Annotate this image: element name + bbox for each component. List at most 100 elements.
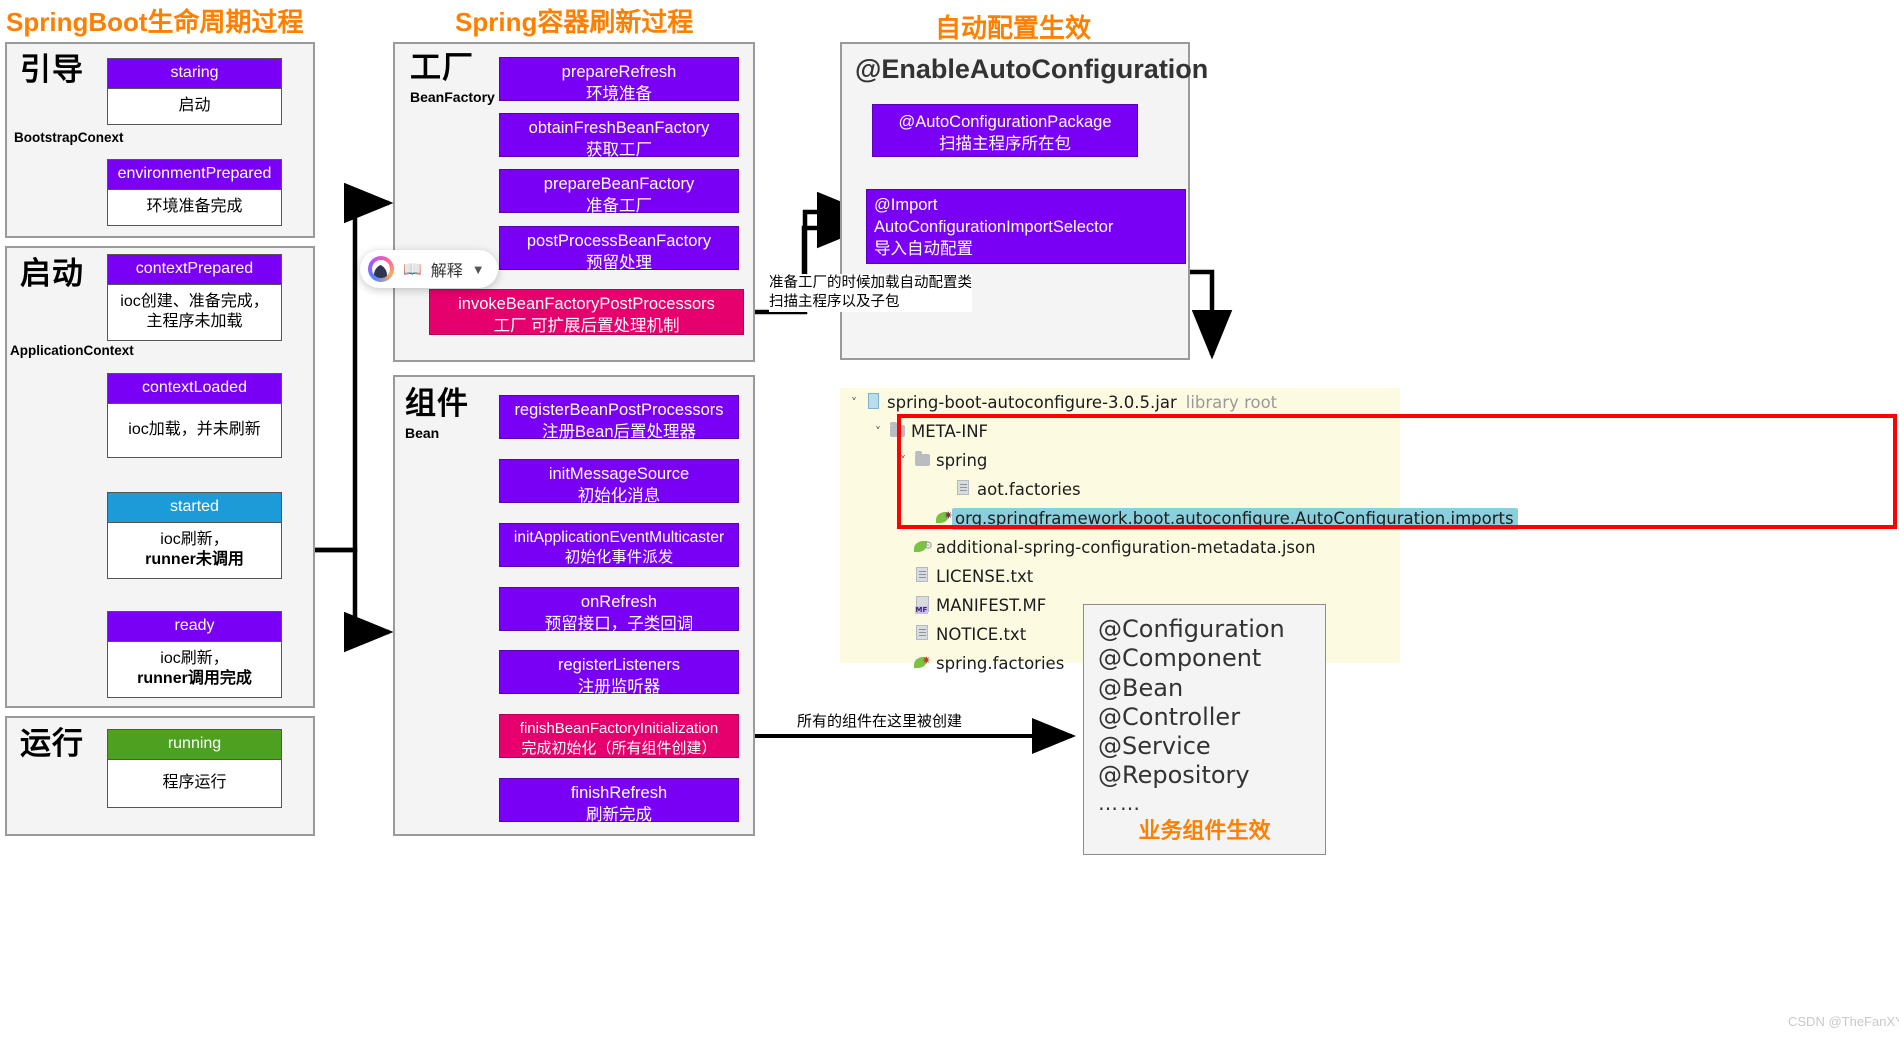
tree-item-label: additional-spring-configuration-metadata… — [936, 538, 1316, 557]
chevron-down-icon[interactable]: ▼ — [472, 262, 485, 277]
assistant-orb-icon — [368, 256, 394, 282]
card-started-body: ioc刷新， runner未调用 — [107, 521, 282, 579]
panel-bean-factory-label: 工厂 BeanFactory — [410, 52, 495, 104]
step-prepare-bean-factory-cn: 准备工厂 — [586, 196, 652, 215]
step-register-bean-post-processors-en: registerBeanPostProcessors — [514, 401, 724, 419]
panel-running-label: 运行 — [20, 728, 84, 759]
step-auto-configuration-import-selector: @Import AutoConfigurationImportSelector … — [866, 189, 1186, 264]
tree-item-label: NOTICE.txt — [936, 625, 1027, 644]
step-finish-refresh-en: finishRefresh — [570, 784, 668, 802]
manifest-icon — [911, 595, 933, 616]
tree-row-selected[interactable]: org.springframework.boot.autoconfigure.A… — [840, 504, 1518, 533]
tree-row[interactable]: additional-spring-configuration-metadata… — [840, 533, 1400, 562]
panel-bean-factory-label-cjk: 工厂 — [410, 50, 474, 85]
card-started: started ioc刷新， runner未调用 — [107, 492, 282, 579]
card-started-header: started — [107, 492, 282, 522]
step-on-refresh: onRefresh 预留接口，子类回调 — [499, 587, 739, 633]
panel-bean-label-eng: Bean — [405, 425, 440, 441]
card-running: running 程序运行 — [107, 729, 282, 808]
panel-startup-label: 启动 — [20, 258, 84, 289]
step-finish-refresh: finishRefresh 刷新完成 — [499, 778, 739, 824]
card-ready-header: ready — [107, 611, 282, 641]
tree-row[interactable]: ˅ META-INF — [840, 417, 1400, 446]
step-prepare-refresh-en: prepareRefresh — [561, 63, 677, 81]
panel-running-label-cjk: 运行 — [20, 726, 84, 761]
step-init-application-event-multicaster-cn: 初始化事件派发 — [564, 549, 674, 567]
step-prepare-bean-factory-en: prepareBeanFactory — [543, 175, 695, 193]
panel-enable-auto-configuration-title: @EnableAutoConfiguration — [855, 54, 1209, 84]
card-context-prepared-body-line2: 主程序未加载 — [146, 312, 243, 330]
card-running-body: 程序运行 — [107, 758, 282, 808]
step-obtain-fresh-bean-factory-cn: 获取工厂 — [586, 140, 652, 159]
card-staring-header: staring — [107, 58, 282, 88]
step-obtain-fresh-bean-factory: obtainFreshBeanFactory 获取工厂 — [499, 113, 739, 159]
card-started-body-line2: runner未调用 — [145, 550, 244, 568]
annotation-list-box: @Configuration @Component @Bean @Control… — [1083, 604, 1326, 855]
card-staring-body: 启动 — [107, 87, 282, 125]
card-environment-prepared: environmentPrepared 环境准备完成 — [107, 159, 282, 226]
metadata-icon — [911, 538, 933, 557]
annotation-configuration: @Configuration — [1098, 615, 1285, 643]
tree-row[interactable]: ˅ spring — [840, 446, 1400, 475]
spring-leaf-icon — [936, 509, 953, 528]
panel-startup-sub: ApplicationContext — [10, 343, 134, 358]
card-ready-body-line1: ioc刷新， — [160, 649, 229, 667]
tree-item-label: spring — [936, 451, 988, 470]
section-title-left: SpringBoot生命周期过程 — [6, 7, 304, 37]
panel-bean-factory-label-eng: BeanFactory — [410, 89, 495, 105]
annotation-repository: @Repository — [1098, 761, 1250, 790]
panel-startup-label-cjk: 启动 — [20, 256, 84, 291]
step-init-application-event-multicaster-en: initApplicationEventMulticaster — [513, 529, 725, 546]
annotation-highlight: 业务组件生效 — [1138, 818, 1271, 844]
step-post-process-bean-factory: postProcessBeanFactory 预留处理 — [499, 226, 739, 272]
chevron-down-icon[interactable]: ˅ — [846, 396, 862, 410]
card-running-header: running — [107, 729, 282, 759]
chevron-down-icon[interactable]: ˅ — [870, 425, 886, 439]
step-finish-bean-factory-initialization: finishBeanFactoryInitialization 完成初始化（所有… — [499, 714, 739, 758]
step-finish-bean-factory-initialization-cn: 完成初始化（所有组件创建） — [521, 739, 717, 757]
file-icon — [911, 567, 933, 586]
annotation-ellipsis: …… — [1098, 790, 1142, 815]
tree-item-label: MANIFEST.MF — [936, 596, 1047, 615]
step-on-refresh-en: onRefresh — [580, 593, 658, 611]
step-auto-configuration-package: @AutoConfigurationPackage 扫描主程序所在包 — [872, 104, 1138, 157]
tree-row[interactable]: ˅ spring-boot-autoconfigure-3.0.5.jar li… — [840, 388, 1400, 417]
step-init-message-source: initMessageSource 初始化消息 — [499, 459, 739, 505]
annotation-components-created: 所有的组件在这里被创建 — [797, 712, 963, 732]
step-init-application-event-multicaster: initApplicationEventMulticaster 初始化事件派发 — [499, 523, 739, 567]
step-register-listeners: registerListeners 注册监听器 — [499, 650, 739, 696]
panel-bean-label: 组件 Bean — [405, 388, 469, 440]
step-finish-refresh-cn: 刷新完成 — [586, 805, 652, 824]
tree-row[interactable]: aot.factories — [840, 475, 1400, 504]
card-started-body-line1: ioc刷新， — [160, 530, 229, 548]
explain-pill[interactable]: 📖 解释 ▼ — [360, 250, 498, 288]
step-invoke-bean-factory-post-processors: invokeBeanFactoryPostProcessors 工厂 可扩展后置… — [429, 289, 744, 335]
step-init-message-source-en: initMessageSource — [548, 465, 690, 483]
card-ready-body-line2: runner调用完成 — [137, 669, 252, 687]
step-prepare-refresh-cn: 环境准备 — [586, 84, 652, 103]
step-invoke-bean-factory-post-processors-cn: 工厂 可扩展后置处理机制 — [493, 316, 680, 335]
step-prepare-bean-factory: prepareBeanFactory 准备工厂 — [499, 169, 739, 215]
tree-item-label: spring.factories — [936, 654, 1065, 673]
step-register-listeners-en: registerListeners — [558, 656, 680, 674]
card-environment-prepared-header: environmentPrepared — [107, 159, 282, 189]
folder-icon — [886, 422, 908, 441]
annotation-controller: @Controller — [1098, 702, 1241, 731]
chevron-down-icon[interactable]: ˅ — [895, 454, 911, 468]
step-on-refresh-cn: 预留接口，子类回调 — [544, 614, 694, 633]
step-register-bean-post-processors: registerBeanPostProcessors 注册Bean后置处理器 — [499, 395, 739, 441]
watermark: CSDN @TheFanXY — [1788, 1014, 1899, 1029]
tree-item-hint: library root — [1185, 393, 1278, 412]
tree-item-label: LICENSE.txt — [936, 567, 1034, 586]
card-context-loaded: contextLoaded ioc加载，并未刷新 — [107, 373, 282, 458]
card-context-prepared-body: ioc创建、准备完成， 主程序未加载 — [107, 283, 282, 341]
annotation-prepare-factory-line2: 扫描主程序以及子包 — [769, 293, 900, 310]
file-icon — [952, 480, 974, 499]
tree-row[interactable]: LICENSE.txt — [840, 562, 1400, 591]
step-auto-configuration-package-en: @AutoConfigurationPackage — [898, 113, 1112, 131]
card-context-prepared-header: contextPrepared — [107, 254, 282, 284]
step-post-process-bean-factory-en: postProcessBeanFactory — [526, 232, 712, 250]
panel-bootstrap-sub: BootstrapConext — [14, 130, 124, 145]
card-context-loaded-header: contextLoaded — [107, 373, 282, 403]
card-environment-prepared-body: 环境准备完成 — [107, 188, 282, 226]
